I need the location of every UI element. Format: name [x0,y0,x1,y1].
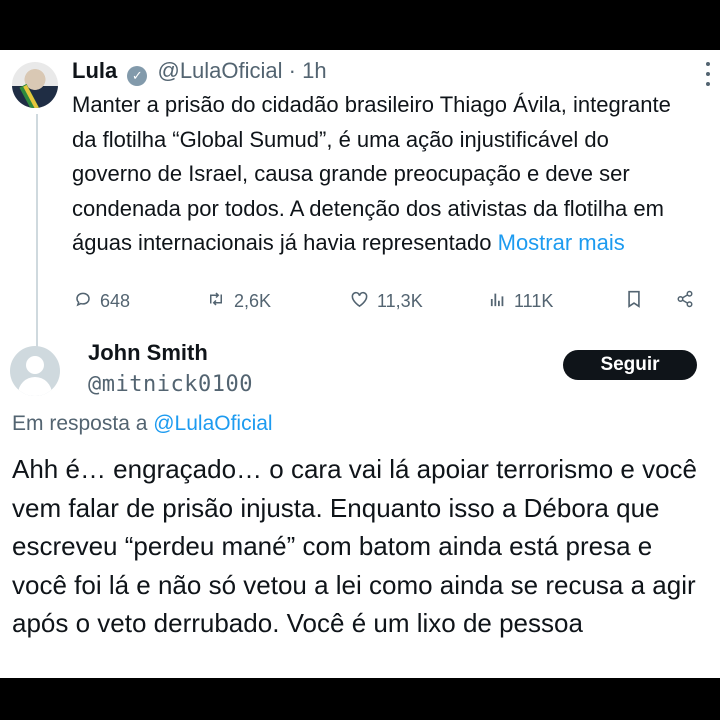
reply-context-label: Em resposta a [12,412,154,435]
tweet-text: Manter a prisão do cidadão brasileiro Th… [72,88,692,261]
author-name[interactable]: Lula [72,58,117,83]
view-count: 111K [514,291,554,311]
reply-count: 648 [100,291,131,311]
header-separator: · [288,58,296,83]
lula-avatar[interactable] [12,62,58,108]
retweet-count: 2,6K [234,291,272,311]
tweet-actions: 648 2,6K 11,3K 111K [72,290,702,318]
show-more-link[interactable]: Mostrar mais [498,230,625,255]
reply-context-handle[interactable]: @LulaOficial [153,412,272,435]
bookmark-button[interactable] [626,290,642,313]
like-count: 11,3K [377,291,423,311]
default-avatar[interactable] [10,346,60,396]
reply-text: Ahh é… engraçado… o cara vai lá apoiar t… [12,454,698,638]
heart-icon [350,290,369,313]
like-button[interactable]: 11,3K [350,290,423,313]
avatar-head [26,356,44,374]
bookmark-icon [626,290,642,313]
tweet-header: Lula ✓ @LulaOficial · 1h [72,58,327,86]
reply-button[interactable]: 648 [74,290,130,313]
reply-author-handle[interactable]: @mitnick0100 [88,372,253,397]
author-handle[interactable]: @LulaOficial [157,58,282,83]
verified-badge-icon: ✓ [127,66,148,86]
views-button[interactable]: 111K [490,290,553,313]
reply-author-name[interactable]: John Smith [88,340,208,366]
retweet-icon [206,290,226,313]
thread-connector-line [36,114,38,382]
more-options-icon[interactable] [706,62,710,86]
retweet-button[interactable]: 2,6K [206,290,271,313]
reply-context: Em resposta a @LulaOficial [12,412,273,436]
share-button[interactable] [676,290,694,313]
reply-icon [74,290,92,313]
tweet-time[interactable]: 1h [302,58,326,83]
views-icon [490,290,506,313]
tweet-thread: Lula ✓ @LulaOficial · 1h Manter a prisão… [0,50,720,678]
share-icon [676,290,694,313]
follow-button[interactable]: Seguir [563,350,697,380]
avatar-body [18,377,52,396]
